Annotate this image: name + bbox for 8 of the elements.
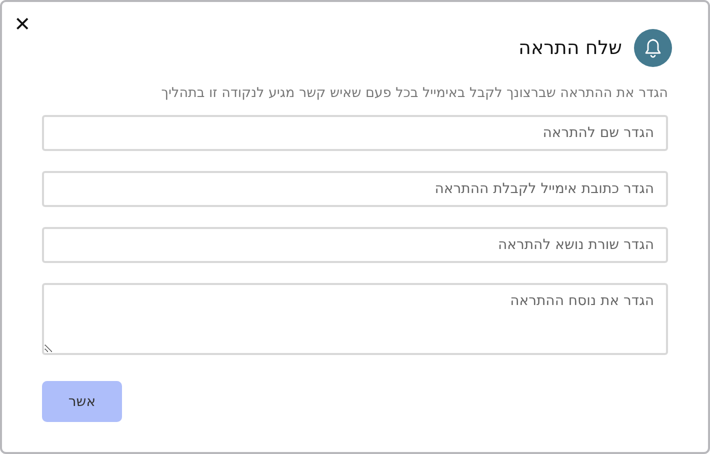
message-field[interactable]: הגדר את נוסח ההתראה: [42, 283, 668, 355]
input-field[interactable]: הגדר כתובת אימייל לקבלת ההתראה: [42, 171, 668, 207]
dialog-title: שלח התראה: [518, 37, 622, 59]
input-field[interactable]: הגדר שורת נושא להתראה: [42, 227, 668, 263]
description-text: הגדר את ההתראה שברצונך לקבל באימייל בכל פעם שאיש קשר מגיע לנקודה זו בתהליך: [160, 85, 668, 101]
bell-icon: [634, 29, 672, 67]
input-field[interactable]: הגדר שם להתראה: [42, 115, 668, 151]
close-button[interactable]: ✕: [14, 12, 31, 36]
